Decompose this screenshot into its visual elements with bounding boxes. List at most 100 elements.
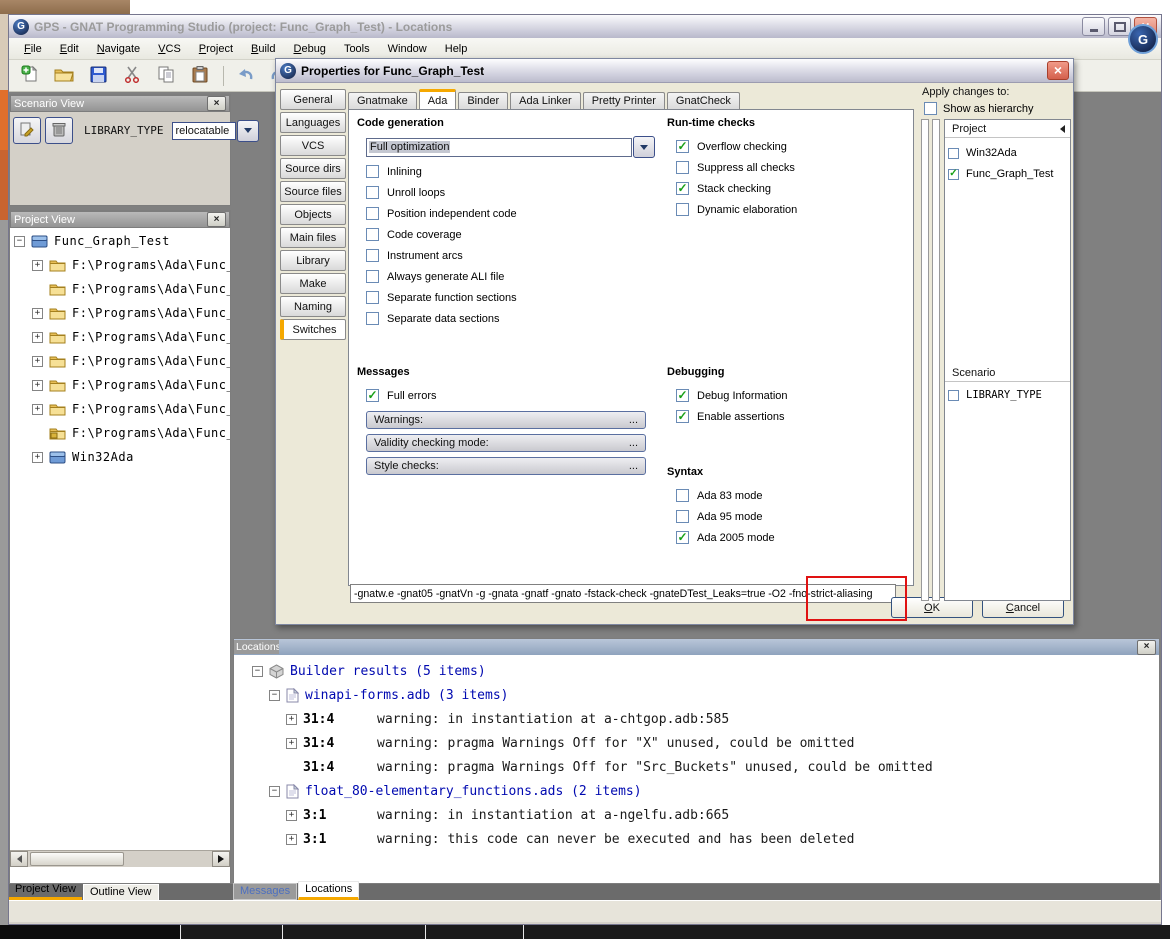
menu-project[interactable]: Project xyxy=(190,40,242,58)
taskbar-window-button[interactable] xyxy=(425,925,524,939)
checkbox[interactable] xyxy=(366,270,379,283)
location-row[interactable]: +31:4warning: pragma Warnings Off for "X… xyxy=(286,731,1159,755)
hierarchy-checkbox[interactable] xyxy=(924,102,937,115)
checkbox[interactable] xyxy=(366,207,379,220)
copy-button[interactable] xyxy=(153,63,179,89)
expander-icon[interactable]: + xyxy=(32,380,43,391)
optimization-field[interactable]: Full optimization xyxy=(366,138,632,157)
dialog-close-icon[interactable] xyxy=(1047,61,1069,80)
scenario-column-header[interactable]: Scenario xyxy=(945,365,1070,382)
taskbar-window-button[interactable] xyxy=(282,925,426,939)
dialog-side-tab-languages[interactable]: Languages xyxy=(280,112,346,133)
checkbox[interactable] xyxy=(676,203,689,216)
scenario-delete-button[interactable] xyxy=(45,117,73,144)
expander-icon[interactable]: + xyxy=(32,308,43,319)
checkbox[interactable] xyxy=(676,510,689,523)
tab-locations[interactable]: Locations xyxy=(298,881,359,900)
expander-icon[interactable]: − xyxy=(252,666,263,677)
minimize-button[interactable] xyxy=(1082,17,1105,36)
tab-outline-view[interactable]: Outline View xyxy=(83,884,159,900)
menu-help[interactable]: Help xyxy=(436,40,477,58)
checkbox[interactable] xyxy=(948,148,959,159)
scroll-right-icon[interactable] xyxy=(212,851,230,867)
location-row[interactable]: +31:4warning: in instantiation at a-chtg… xyxy=(286,707,1159,731)
project-column-header[interactable]: Project xyxy=(945,121,1070,138)
optimization-combo[interactable]: Full optimization xyxy=(366,136,657,158)
dialog-tab-ada[interactable]: Ada xyxy=(419,89,457,110)
expander-icon[interactable]: + xyxy=(32,452,43,463)
scroll-left-icon[interactable] xyxy=(10,851,28,867)
style-checks--button[interactable]: Style checks:... xyxy=(366,457,646,475)
dialog-side-tab-source-dirs[interactable]: Source dirs xyxy=(280,158,346,179)
checkbox[interactable] xyxy=(676,161,689,174)
dialog-side-tab-library[interactable]: Library xyxy=(280,250,346,271)
checkbox[interactable] xyxy=(948,169,959,180)
tree-row[interactable]: +Win32Ada xyxy=(10,445,230,469)
locations-close-icon[interactable] xyxy=(1137,640,1156,655)
taskbar-window-button[interactable] xyxy=(180,925,283,939)
dialog-side-tab-make[interactable]: Make xyxy=(280,273,346,294)
tree-row[interactable]: +F:\Programs\Ada\Func_ xyxy=(10,373,230,397)
scenario-value[interactable]: relocatable xyxy=(172,122,236,140)
warnings--button[interactable]: Warnings:... xyxy=(366,411,646,429)
tab-messages[interactable]: Messages xyxy=(233,883,297,900)
dialog-tab-pretty-printer[interactable]: Pretty Printer xyxy=(583,92,665,110)
dialog-tab-gnatmake[interactable]: Gnatmake xyxy=(348,92,417,110)
menu-navigate[interactable]: Navigate xyxy=(88,40,149,58)
checkbox[interactable] xyxy=(676,140,689,153)
checkbox[interactable] xyxy=(366,165,379,178)
tree-row[interactable]: −Func_Graph_Test xyxy=(10,229,230,253)
checkbox[interactable] xyxy=(366,291,379,304)
expander-icon[interactable]: + xyxy=(32,356,43,367)
expander-icon[interactable]: − xyxy=(14,236,25,247)
tree-row[interactable]: +F:\Programs\Ada\Func_ xyxy=(10,397,230,421)
apply-target-row[interactable]: Func_Graph_Test xyxy=(948,165,1053,183)
location-row[interactable]: −winapi-forms.adb (3 items) xyxy=(269,683,1159,707)
apply-target-row[interactable]: Win32Ada xyxy=(948,144,1017,162)
dialog-side-tab-source-files[interactable]: Source files xyxy=(280,181,346,202)
expander-icon[interactable]: + xyxy=(32,260,43,271)
paste-button[interactable] xyxy=(187,63,213,89)
dialog-side-tab-main-files[interactable]: Main files xyxy=(280,227,346,248)
checkbox[interactable] xyxy=(676,531,689,544)
tree-row[interactable]: +F:\Programs\Ada\Func_ xyxy=(10,301,230,325)
location-row[interactable]: −float_80-elementary_functions.ads (2 it… xyxy=(269,779,1159,803)
expander-icon[interactable]: + xyxy=(286,738,297,749)
location-row[interactable]: +31:4warning: pragma Warnings Off for "S… xyxy=(286,755,1159,779)
location-row[interactable]: +3:1warning: this code can never be exec… xyxy=(286,827,1159,851)
expander-icon[interactable]: + xyxy=(286,834,297,845)
checkbox[interactable] xyxy=(676,182,689,195)
scrollbar-thumb[interactable] xyxy=(30,852,124,866)
scenario-close-icon[interactable] xyxy=(207,96,226,111)
cut-button[interactable] xyxy=(119,63,145,89)
scenario-edit-button[interactable] xyxy=(13,117,41,144)
checkbox[interactable] xyxy=(948,390,959,401)
checkbox[interactable] xyxy=(676,489,689,502)
locations-window-tab[interactable]: Locations xyxy=(234,640,279,654)
checkbox[interactable] xyxy=(366,186,379,199)
tab-project-view[interactable]: Project View xyxy=(9,882,82,900)
undo-button[interactable] xyxy=(232,63,258,89)
horizontal-scrollbar[interactable] xyxy=(10,850,230,867)
checkbox[interactable] xyxy=(366,228,379,241)
location-row[interactable]: −Builder results (5 items) xyxy=(252,659,1159,683)
checkbox[interactable] xyxy=(676,410,689,423)
expander-icon[interactable]: + xyxy=(32,332,43,343)
expander-icon[interactable]: − xyxy=(269,690,280,701)
dialog-side-tab-naming[interactable]: Naming xyxy=(280,296,346,317)
tree-row[interactable]: +F:\Programs\Ada\Func_ xyxy=(10,253,230,277)
expander-icon[interactable]: + xyxy=(286,810,297,821)
taskbar-window-button[interactable] xyxy=(523,925,1170,939)
project-view-close-icon[interactable] xyxy=(207,212,226,227)
dialog-side-tab-objects[interactable]: Objects xyxy=(280,204,346,225)
dialog-tab-gnatcheck[interactable]: GnatCheck xyxy=(667,92,740,110)
expander-icon[interactable]: − xyxy=(269,786,280,797)
dialog-tab-ada-linker[interactable]: Ada Linker xyxy=(510,92,581,110)
checkbox[interactable] xyxy=(366,389,379,402)
expander-icon[interactable]: + xyxy=(286,714,297,725)
tree-row[interactable]: +F:\Programs\Ada\Func_ xyxy=(10,277,230,301)
tree-row[interactable]: +F:\Programs\Ada\Func_ xyxy=(10,421,230,445)
chevron-down-icon[interactable] xyxy=(237,120,259,142)
dialog-side-tab-vcs[interactable]: VCS xyxy=(280,135,346,156)
validity-checking-mode--button[interactable]: Validity checking mode:... xyxy=(366,434,646,452)
